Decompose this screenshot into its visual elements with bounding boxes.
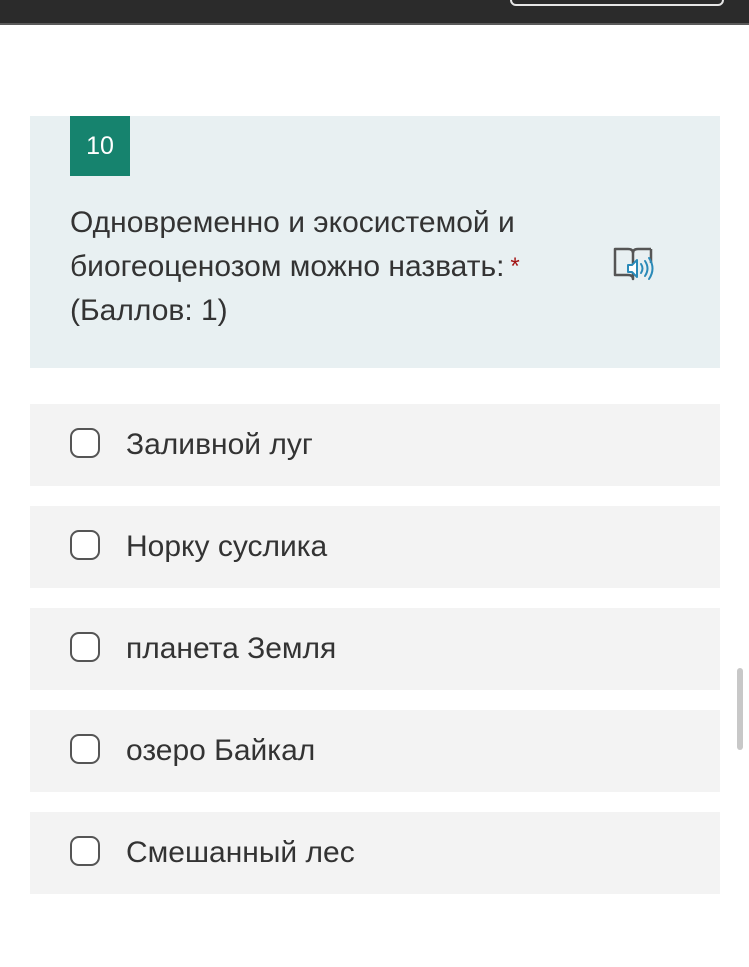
answer-option[interactable]: Заливной луг [30, 404, 720, 486]
answer-option[interactable]: озеро Байкал [30, 710, 720, 792]
answer-option-label: озеро Байкал [126, 734, 316, 767]
checkbox[interactable] [70, 530, 100, 560]
scrollbar[interactable] [737, 668, 743, 750]
answer-option-label: Смешанный лес [126, 836, 355, 869]
required-mark: * [510, 253, 520, 280]
question-text-line-1: Одновременно и экосистемой и [70, 206, 515, 239]
immersive-reader-icon[interactable] [612, 245, 658, 287]
question-text-line-2: биогеоценозом можно назвать: * [70, 245, 610, 289]
answer-option[interactable]: планета Земля [30, 608, 720, 690]
answer-option[interactable]: Норку суслика [30, 506, 720, 588]
answer-option[interactable]: Смешанный лес [30, 812, 720, 894]
question-card: 10 Одновременно и экосистемой и биогеоце… [30, 116, 720, 368]
checkbox[interactable] [70, 836, 100, 866]
answer-option-label: Норку суслика [126, 530, 328, 563]
toolbar-button[interactable] [510, 0, 724, 6]
checkbox[interactable] [70, 428, 100, 458]
question-number-badge: 10 [70, 116, 130, 176]
question-text: Одновременно и экосистемой и биогеоценоз… [70, 201, 610, 333]
answer-option-label: планета Земля [126, 632, 337, 665]
answer-option-label: Заливной луг [126, 428, 313, 461]
question-text-line-2-text: биогеоценозом можно назвать: [70, 250, 505, 283]
checkbox[interactable] [70, 632, 100, 662]
checkbox[interactable] [70, 734, 100, 764]
question-points: (Баллов: 1) [70, 294, 228, 327]
top-toolbar [0, 0, 749, 25]
